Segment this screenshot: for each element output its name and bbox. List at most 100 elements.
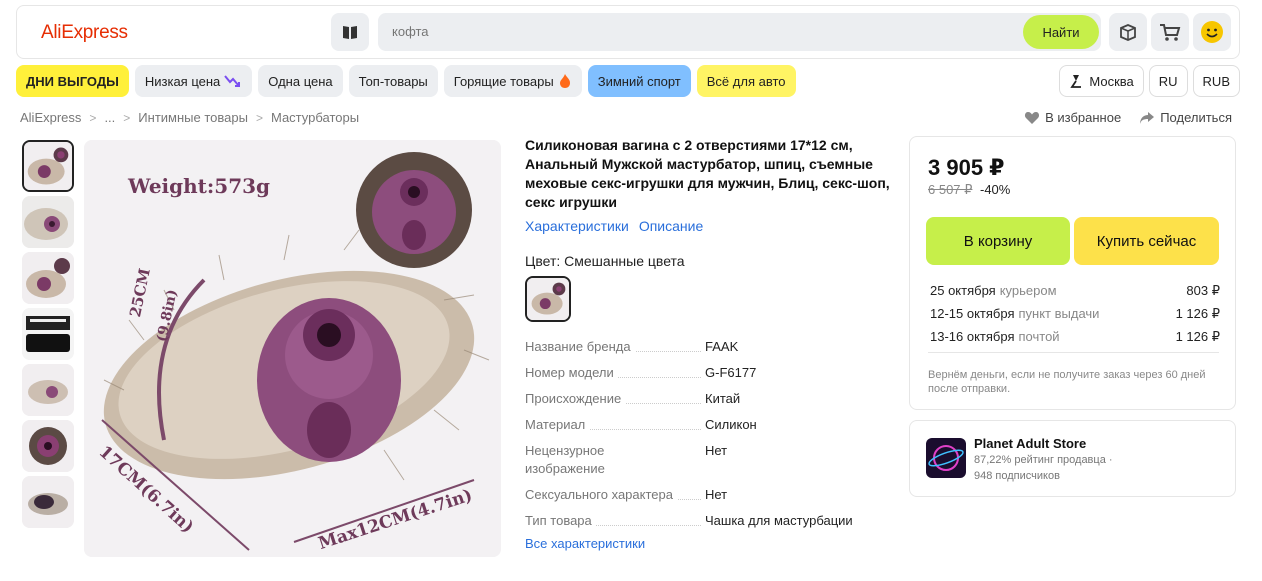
- spec-key: Происхождение: [525, 390, 705, 408]
- breadcrumb-item[interactable]: Мастурбаторы: [271, 110, 359, 125]
- color-swatch[interactable]: [525, 276, 571, 322]
- orders-button[interactable]: [1109, 13, 1147, 51]
- location-label: Москва: [1089, 73, 1134, 89]
- delivery-method: курьером: [999, 283, 1057, 298]
- product-image-icon: [22, 420, 74, 472]
- nav-chips: ДНИ ВЫГОДЫ Низкая цена Одна цена Топ-тов…: [16, 65, 796, 97]
- chip-label: Горящие товары: [453, 73, 554, 89]
- tab-characteristics[interactable]: Характеристики: [525, 218, 629, 234]
- spec-key: Тип товара: [525, 512, 705, 530]
- product-image-icon: [24, 142, 72, 190]
- spec-row: Происхождение Китай: [525, 390, 895, 408]
- tab-description[interactable]: Описание: [639, 218, 703, 234]
- cart-button[interactable]: [1151, 13, 1189, 51]
- share-button[interactable]: Поделиться: [1139, 110, 1232, 125]
- product-thumbnail[interactable]: [22, 420, 74, 472]
- chip-auto[interactable]: Всё для авто: [696, 65, 796, 97]
- delivery-option[interactable]: 12-15 октября пункт выдачи 1 126 ₽: [930, 302, 1220, 325]
- delivery-method: почтой: [1018, 329, 1060, 344]
- spec-table: Название бренда FAAK Номер модели G-F617…: [525, 338, 895, 530]
- buy-now-button[interactable]: Купить сейчас: [1074, 217, 1219, 265]
- spec-value: Нет: [705, 487, 728, 502]
- product-tabs: Характеристики Описание: [525, 218, 895, 234]
- product-thumbnail[interactable]: [22, 308, 74, 360]
- product-image-icon: [22, 252, 74, 304]
- search-input[interactable]: [392, 24, 992, 39]
- share-icon: [1140, 111, 1155, 124]
- delivery-option[interactable]: 25 октября курьером 803 ₽: [930, 279, 1220, 302]
- store-subscribers: 948 подписчиков: [974, 470, 1060, 482]
- discount-badge: -40%: [980, 182, 1011, 197]
- delivery-date: 12-15 октября: [930, 306, 1015, 321]
- spec-row: Нецензурное изображение Нет: [525, 442, 895, 478]
- breadcrumb-item[interactable]: AliExpress: [20, 110, 81, 125]
- delivery-price: 1 126 ₽: [1175, 329, 1220, 344]
- product-image-icon: [527, 278, 569, 320]
- chip-winter-sports[interactable]: Зимний спорт: [587, 65, 691, 97]
- store-logo: [926, 438, 966, 478]
- buy-box: 3 905 ₽ 6 507 ₽ -40% В корзину Купить се…: [909, 136, 1236, 410]
- spec-row: Номер модели G-F6177: [525, 364, 895, 382]
- cart-icon: [1160, 24, 1181, 41]
- smiley-icon: [1201, 21, 1223, 43]
- spec-key: Сексуального характера: [525, 486, 705, 504]
- product-actions: В избранное Поделиться: [1024, 110, 1232, 125]
- product-thumbnail[interactable]: [22, 476, 74, 528]
- aliexpress-logo[interactable]: AliExpress: [41, 22, 128, 44]
- heart-icon: [1025, 111, 1040, 124]
- chip-one-price[interactable]: Одна цена: [258, 65, 343, 97]
- delivery-price: 1 126 ₽: [1175, 306, 1220, 321]
- breadcrumb-item[interactable]: Интимные товары: [138, 110, 248, 125]
- refund-note: Вернём деньги, если не получите заказ че…: [928, 369, 1206, 395]
- product-thumbnail[interactable]: [22, 252, 74, 304]
- spec-row: Сексуального характера Нет: [525, 486, 895, 504]
- catalog-button[interactable]: [331, 13, 369, 51]
- product-info: Силиконовая вагина с 2 отверстиями 17*12…: [525, 136, 895, 551]
- spec-value: Китай: [705, 391, 741, 406]
- locale-controls: Москва RU RUB: [1059, 65, 1240, 97]
- spec-row: Тип товара Чашка для мастурбации: [525, 512, 895, 530]
- product-thumbnail[interactable]: [22, 196, 74, 248]
- box-icon: [1120, 24, 1136, 41]
- chip-low-price[interactable]: Низкая цена: [134, 65, 253, 97]
- spec-key: Номер модели: [525, 364, 705, 382]
- fire-icon: [559, 74, 570, 88]
- chip-hot-products[interactable]: Горящие товары: [443, 65, 582, 97]
- store-card[interactable]: Planet Adult Store 87,22% рейтинг продав…: [909, 420, 1236, 497]
- breadcrumb-item[interactable]: ...: [104, 110, 115, 125]
- arrow-down-icon: [224, 75, 241, 87]
- currency-selector[interactable]: RUB: [1192, 65, 1240, 97]
- store-name[interactable]: Planet Adult Store: [974, 436, 1086, 451]
- old-price: 6 507 ₽: [928, 182, 973, 197]
- favorite-button[interactable]: В избранное: [1024, 110, 1121, 125]
- chip-sale-days[interactable]: ДНИ ВЫГОДЫ: [16, 65, 129, 97]
- product-image-icon: [22, 196, 74, 248]
- delivery-option[interactable]: 13-16 октября почтой 1 126 ₽: [930, 325, 1220, 348]
- share-label: Поделиться: [1160, 110, 1232, 125]
- spec-key: Название бренда: [525, 338, 705, 356]
- spec-key: Материал: [525, 416, 705, 434]
- breadcrumb: AliExpress > ... > Интимные товары > Мас…: [20, 110, 359, 125]
- search-button[interactable]: Найти: [1023, 15, 1099, 49]
- location-selector[interactable]: Москва: [1059, 65, 1144, 97]
- location-pin-icon: [1070, 75, 1082, 88]
- language-selector[interactable]: RU: [1148, 65, 1188, 97]
- add-to-cart-button[interactable]: В корзину: [926, 217, 1070, 265]
- search-bar: Найти: [378, 13, 1101, 51]
- weight-label: Weight:573g: [128, 174, 271, 198]
- favorite-label: В избранное: [1045, 110, 1122, 125]
- chevron-right-icon: >: [123, 110, 131, 125]
- spec-key: Нецензурное изображение: [525, 442, 705, 478]
- product-thumbnail[interactable]: [22, 140, 74, 192]
- product-image-icon: [22, 476, 74, 528]
- spec-value: G-F6177: [705, 365, 757, 380]
- all-specs-link[interactable]: Все характеристики: [525, 536, 895, 551]
- product-main-image[interactable]: Weight:573g 25CM (9.8in) 17CM(6.7in) Max…: [84, 140, 501, 557]
- delivery-options: 25 октября курьером 803 ₽ 12-15 октября пу…: [930, 279, 1220, 348]
- chevron-right-icon: >: [255, 110, 263, 125]
- profile-button[interactable]: [1193, 13, 1231, 51]
- spec-value: Силикон: [705, 417, 757, 432]
- chip-top-products[interactable]: Топ-товары: [348, 65, 438, 97]
- header: AliExpress Найти: [16, 5, 1240, 59]
- product-thumbnail[interactable]: [22, 364, 74, 416]
